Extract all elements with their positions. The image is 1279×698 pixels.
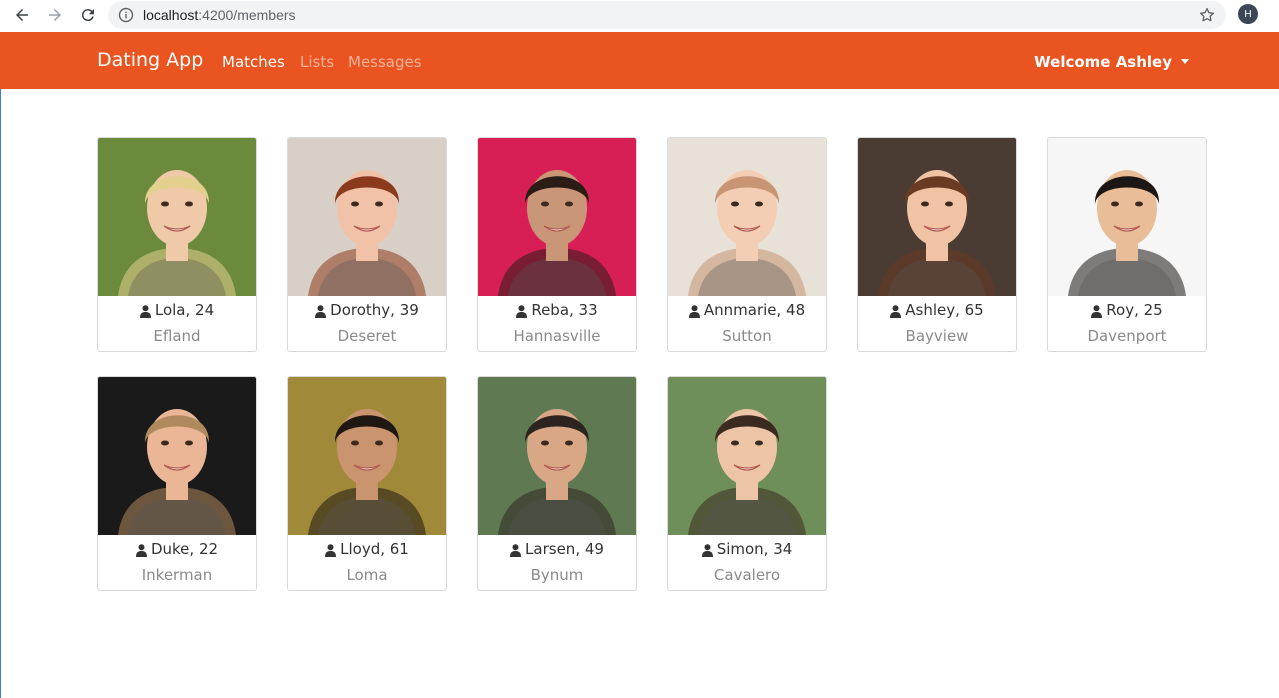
bookmark-star-icon[interactable] <box>1198 6 1216 24</box>
member-card[interactable]: Duke, 22 Inkerman <box>97 376 257 591</box>
member-city: Bayview <box>905 327 969 345</box>
member-city: Cavalero <box>713 566 781 584</box>
member-name: Roy, 25 <box>1048 301 1206 319</box>
user-icon <box>510 543 522 557</box>
url-text: localhost:4200/members <box>143 7 296 23</box>
member-city: Inkerman <box>141 566 213 584</box>
browser-toolbar: localhost:4200/members H <box>0 0 1279 32</box>
user-icon <box>135 543 147 557</box>
member-name: Simon, 34 <box>668 540 826 558</box>
member-name-text: Lola, 24 <box>154 301 215 319</box>
member-name-text: Roy, 25 <box>1106 301 1163 319</box>
user-icon <box>890 304 902 318</box>
member-photo[interactable] <box>668 138 826 296</box>
member-photo[interactable] <box>98 138 256 296</box>
member-name: Annmarie, 48 <box>668 301 826 319</box>
user-icon <box>325 543 337 557</box>
member-name: Ashley, 65 <box>858 301 1016 319</box>
user-icon <box>315 304 327 318</box>
member-card[interactable]: Roy, 25 Davenport <box>1047 137 1207 352</box>
member-photo[interactable] <box>668 377 826 535</box>
member-name-text: Larsen, 49 <box>525 540 604 558</box>
forward-icon[interactable] <box>45 5 65 25</box>
member-name: Reba, 33 <box>478 301 636 319</box>
member-photo[interactable] <box>98 377 256 535</box>
member-photo[interactable] <box>478 138 636 296</box>
member-city: Bynum <box>530 566 584 584</box>
user-menu-dropdown[interactable]: Welcome Ashley <box>1034 53 1189 71</box>
member-city: Deseret <box>337 327 397 345</box>
member-name-text: Ashley, 65 <box>905 301 984 319</box>
user-icon <box>516 304 528 318</box>
user-icon <box>1091 304 1103 318</box>
member-name-text: Annmarie, 48 <box>703 301 806 319</box>
member-photo[interactable] <box>858 138 1016 296</box>
info-icon[interactable] <box>118 7 134 23</box>
member-name-text: Simon, 34 <box>716 540 793 558</box>
user-icon <box>688 304 700 318</box>
address-bar[interactable]: localhost:4200/members <box>108 1 1226 29</box>
member-card[interactable]: Annmarie, 48 Sutton <box>667 137 827 352</box>
member-card[interactable]: Lloyd, 61 Loma <box>287 376 447 591</box>
page-edge <box>0 89 1 698</box>
back-icon[interactable] <box>12 5 32 25</box>
profile-avatar[interactable]: H <box>1238 4 1258 24</box>
member-name-text: Lloyd, 61 <box>340 540 409 558</box>
member-city: Loma <box>346 566 388 584</box>
member-card[interactable]: Ashley, 65 Bayview <box>857 137 1017 352</box>
member-name: Lloyd, 61 <box>288 540 446 558</box>
nav-link-matches[interactable]: Matches <box>222 53 285 71</box>
user-icon <box>139 304 151 318</box>
member-card[interactable]: Larsen, 49 Bynum <box>477 376 637 591</box>
member-photo[interactable] <box>288 138 446 296</box>
member-card[interactable]: Dorothy, 39 Deseret <box>287 137 447 352</box>
url-host: localhost <box>143 7 199 23</box>
member-card[interactable]: Lola, 24 Efland <box>97 137 257 352</box>
member-photo[interactable] <box>1048 138 1206 296</box>
nav-link-lists[interactable]: Lists <box>300 53 334 71</box>
member-name: Duke, 22 <box>98 540 256 558</box>
member-photo[interactable] <box>288 377 446 535</box>
url-path: :4200/members <box>198 7 296 23</box>
member-city: Davenport <box>1087 327 1167 345</box>
member-name-text: Duke, 22 <box>150 540 219 558</box>
member-name: Larsen, 49 <box>478 540 636 558</box>
member-photo[interactable] <box>478 377 636 535</box>
member-card[interactable]: Reba, 33 Hannasville <box>477 137 637 352</box>
member-city: Efland <box>153 327 201 345</box>
user-icon <box>701 543 713 557</box>
member-city: Hannasville <box>513 327 601 345</box>
welcome-text: Welcome Ashley <box>1034 53 1172 71</box>
member-name-text: Dorothy, 39 <box>330 301 419 319</box>
member-name: Lola, 24 <box>98 301 256 319</box>
reload-icon[interactable] <box>78 5 98 25</box>
caret-down-icon <box>1181 58 1189 64</box>
member-card[interactable]: Simon, 34 Cavalero <box>667 376 827 591</box>
brand-link[interactable]: Dating App <box>97 49 203 71</box>
member-name: Dorothy, 39 <box>288 301 446 319</box>
app-navbar: Dating App Matches Lists Messages Welcom… <box>0 32 1279 89</box>
nav-link-messages[interactable]: Messages <box>348 53 422 71</box>
member-city: Sutton <box>722 327 772 345</box>
member-name-text: Reba, 33 <box>531 301 598 319</box>
